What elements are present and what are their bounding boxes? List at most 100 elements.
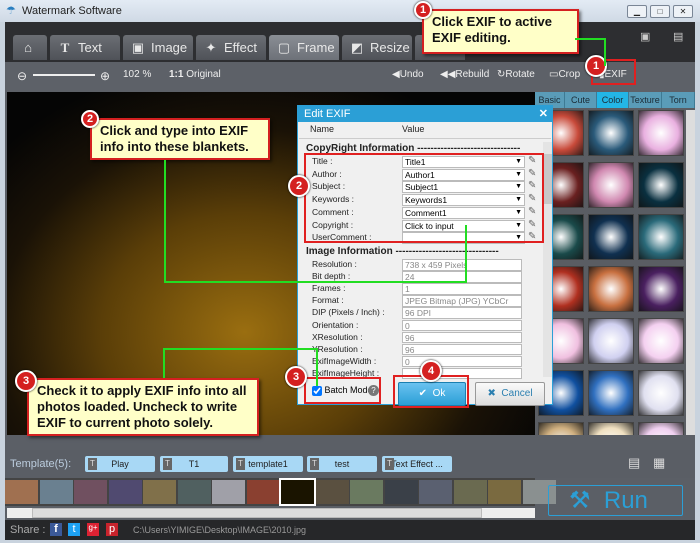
undo-button[interactable]: ◀Undo (392, 69, 424, 80)
facebook-icon[interactable]: f (50, 523, 62, 536)
dialog-scrollbar[interactable] (543, 142, 552, 377)
template-chip[interactable]: T Text Effect ... (382, 456, 452, 472)
template-chip[interactable]: T Play (85, 456, 155, 472)
frame-thumbnail[interactable] (588, 318, 634, 364)
template-label: Template(5): (10, 458, 72, 470)
crop-button[interactable]: ▭Crop (549, 69, 580, 80)
message-icon[interactable]: ▣ (640, 30, 650, 43)
image-info-label: Bit depth : (312, 271, 351, 282)
pinterest-icon[interactable]: p (106, 523, 118, 536)
save-template-icon[interactable]: ▤ (628, 455, 640, 471)
frame-tab-cute[interactable]: Cute (565, 92, 597, 108)
step-badge-4: 4 (420, 360, 442, 382)
step-badge-3b: 3 (285, 366, 307, 388)
frame-thumbnail[interactable] (638, 214, 684, 260)
callout-2: Click and type into EXIF info into these… (90, 118, 270, 160)
template-chip[interactable]: Ttest (307, 456, 377, 472)
cancel-button[interactable]: ✖ Cancel (475, 382, 545, 406)
template-name: Text Effect ... (391, 459, 443, 469)
rotate-button[interactable]: ↻Rotate (497, 69, 535, 80)
image-info-value: JPEG Bitmap (JPG) YCbCr (402, 295, 522, 307)
copyright-fields-highlight (304, 153, 544, 243)
cancel-icon: ✖ (487, 388, 496, 399)
frame-thumbnail[interactable] (638, 318, 684, 364)
tab-effect[interactable]: ✦ Effect (196, 35, 266, 60)
maximize-button[interactable]: □ (650, 5, 670, 18)
step-badge-1: 1 (414, 1, 432, 19)
filmstrip-thumbnail[interactable] (74, 480, 107, 504)
tab-resize[interactable]: ◩ Resize (342, 35, 412, 60)
original-label: Original (186, 69, 221, 80)
original-size-button[interactable]: 1:1 Original (169, 69, 221, 80)
tab-home[interactable]: ⌂ (13, 35, 47, 60)
template-chip[interactable]: T T1 (160, 456, 228, 472)
filmstrip-thumbnail[interactable] (384, 480, 418, 504)
image-info-value: 1 (402, 283, 522, 295)
scroll-thumb[interactable] (543, 154, 552, 204)
filmstrip (5, 478, 556, 506)
frame-thumbnail[interactable] (588, 422, 634, 435)
filmstrip-thumbnail[interactable] (488, 480, 521, 504)
template-name: template1 (248, 459, 288, 469)
divider (299, 138, 551, 139)
zoom-slider[interactable] (33, 74, 95, 76)
template-chip[interactable]: Ttemplate1 (233, 456, 303, 472)
wand-icon: ✦ (205, 40, 217, 55)
rebuild-button[interactable]: ◀◀Rebuild (440, 69, 489, 80)
frame-thumbnail[interactable] (638, 370, 684, 416)
filmstrip-thumbnail[interactable] (212, 480, 245, 504)
zoom-out-icon[interactable]: ⊖ (17, 69, 27, 83)
image-info-value: 96 (402, 331, 522, 344)
filmstrip-scrollbar[interactable] (7, 508, 535, 518)
google-plus-icon[interactable]: g+ (87, 523, 99, 536)
connector-line (465, 225, 467, 283)
manage-template-icon[interactable]: ▦ (653, 455, 665, 471)
frame-thumbnail[interactable] (588, 110, 634, 156)
filmstrip-thumbnail[interactable] (177, 480, 211, 504)
frame-thumbnail-grid (538, 110, 686, 435)
run-button[interactable]: ⚒ Run (548, 485, 683, 516)
frame-thumbnail[interactable] (588, 266, 634, 312)
frame-thumbnail[interactable] (638, 266, 684, 312)
frame-tab-texture[interactable]: Texture (629, 92, 662, 108)
twitter-icon[interactable]: t (68, 523, 80, 536)
frame-thumbnail[interactable] (638, 422, 684, 435)
filmstrip-thumbnail[interactable] (39, 480, 73, 504)
frame-tab-torn[interactable]: Torn (662, 92, 695, 108)
register-icon[interactable]: ▤ (673, 30, 683, 43)
filmstrip-thumbnail[interactable] (143, 480, 176, 504)
zoom-in-icon[interactable]: ⊕ (100, 69, 110, 83)
zoom-level: 102 % (123, 69, 152, 80)
frame-thumbnail[interactable] (638, 162, 684, 208)
frame-tab-color[interactable]: Color (597, 92, 629, 108)
tab-frame[interactable]: ▢ Frame (269, 35, 339, 60)
template-name: Play (111, 459, 129, 469)
close-button[interactable]: ✕ (673, 5, 693, 18)
tab-image[interactable]: ▣ Image (123, 35, 193, 60)
filmstrip-scroll-thumb[interactable] (32, 508, 482, 518)
filmstrip-thumbnail[interactable] (315, 480, 349, 504)
frame-thumbnail[interactable] (538, 422, 584, 435)
frame-thumbnail[interactable] (588, 370, 634, 416)
undo-label: Undo (399, 69, 424, 80)
filmstrip-thumbnail[interactable] (279, 478, 316, 506)
filmstrip-thumbnail[interactable] (419, 480, 452, 504)
template-text-icon: T (385, 458, 394, 470)
panel-scrollbar[interactable] (686, 110, 695, 435)
filmstrip-thumbnail[interactable] (246, 480, 280, 504)
tab-label: Frame (297, 40, 335, 55)
image-info-label: Format : (312, 295, 344, 306)
filmstrip-thumbnail[interactable] (108, 480, 142, 504)
minimize-button[interactable]: ▁ (627, 5, 647, 18)
image-info-label: YResolution : (312, 343, 363, 354)
filmstrip-thumbnail[interactable] (350, 480, 383, 504)
tab-text[interactable]: T Text (50, 35, 120, 60)
image-info-label: Frames : (312, 283, 346, 294)
filmstrip-thumbnail[interactable] (453, 480, 487, 504)
filmstrip-thumbnail[interactable] (5, 480, 38, 504)
frame-thumbnail[interactable] (588, 162, 634, 208)
dialog-title: Edit EXIF (298, 106, 552, 122)
frame-thumbnail[interactable] (588, 214, 634, 260)
frame-thumbnail[interactable] (638, 110, 684, 156)
dialog-close-icon[interactable]: ✕ (539, 107, 548, 120)
